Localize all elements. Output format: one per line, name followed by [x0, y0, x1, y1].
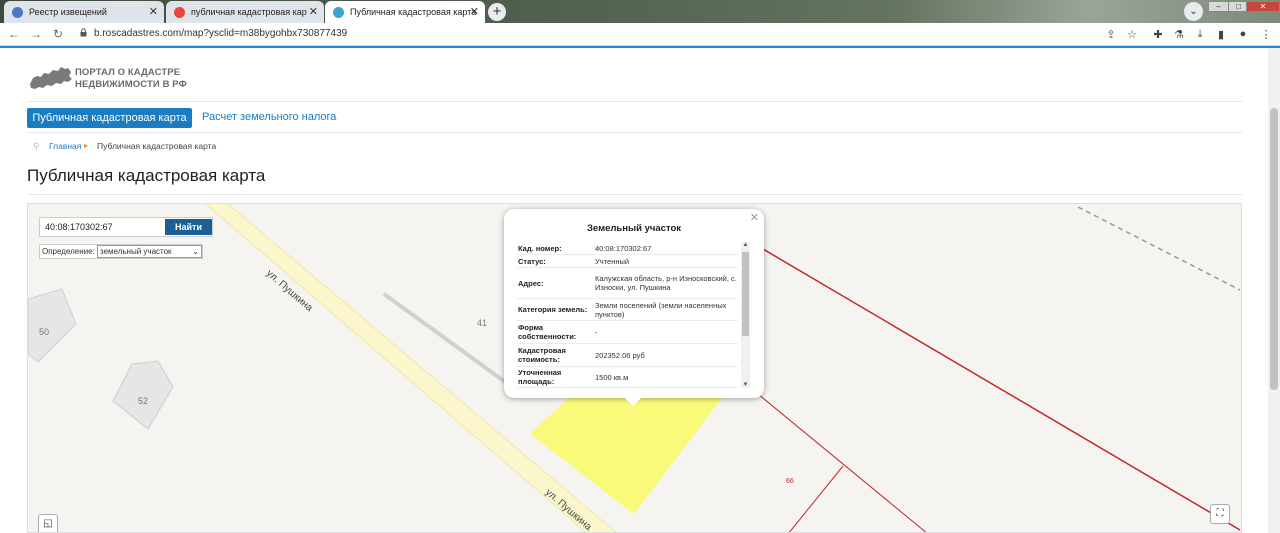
row-key: Статус: — [518, 256, 546, 266]
row-key: Уточненная площадь: — [518, 368, 562, 386]
russia-map-logo-icon — [30, 67, 72, 89]
logo-line: ПОРТАЛ О КАДАСТРЕ — [75, 67, 181, 78]
share-icon[interactable]: ⇪ — [1104, 28, 1118, 41]
row-key: Кадастровая стоимость: — [518, 346, 566, 364]
close-icon[interactable]: ✕ — [149, 5, 158, 18]
house-number-label: 50 — [39, 327, 49, 337]
page-scrollbar[interactable] — [1268, 48, 1280, 533]
divider — [27, 194, 1242, 195]
breadcrumb-separator-icon: ▸ — [84, 141, 89, 150]
find-button[interactable]: Найти — [165, 219, 212, 235]
page-title: Публичная кадастровая карта — [27, 166, 266, 185]
scroll-up-icon[interactable]: ▲ — [741, 242, 750, 248]
parcel-boundary — [788, 465, 844, 532]
back-arrow-icon[interactable]: ← — [7, 27, 21, 41]
breadcrumb-home-link[interactable]: Главная — [49, 141, 81, 151]
logo-line: НЕДВИЖИМОСТИ В РФ — [75, 79, 187, 90]
minimize-button[interactable]: – — [1208, 1, 1229, 12]
parcel-info-popup: ✕ Земельный участок Кад. номер: 40:08:17… — [504, 209, 764, 406]
row-value: Земли поселений (земли населенных пункто… — [595, 300, 727, 319]
close-icon[interactable]: ✕ — [309, 5, 318, 18]
table-row: Адрес: Калужская область, р-н Износковск… — [516, 268, 738, 299]
browser-tab[interactable]: Реестр извещений ✕ — [4, 1, 164, 23]
parcel-boundary — [762, 248, 1241, 531]
fullscreen-icon[interactable]: ⛶ — [1210, 504, 1230, 524]
cadastral-search-form: Найти — [39, 217, 213, 237]
yandex-favicon-icon — [174, 6, 185, 18]
tab-land-tax-calculation[interactable]: Расчет земельного налога — [202, 111, 336, 123]
house-number-label: 52 — [138, 396, 148, 406]
table-row: Форма собственности: - — [516, 321, 738, 344]
row-key: Адрес: — [518, 278, 544, 288]
header-accent-line — [0, 46, 1280, 48]
popup-pointer — [624, 397, 642, 406]
forward-arrow-icon[interactable]: → — [29, 27, 43, 41]
chevron-down-icon[interactable]: ⌄ — [1184, 2, 1203, 21]
close-icon[interactable]: ✕ — [470, 5, 479, 18]
table-row: Кадастровая стоимость: 202352.06 руб — [516, 344, 738, 367]
table-row: Статус: Учтенный — [516, 255, 738, 268]
definition-row: Определение: земельный участок ⌄ — [39, 244, 203, 259]
lock-icon — [80, 28, 87, 37]
row-value: 202352.06 руб — [595, 350, 645, 360]
row-value: - — [595, 327, 598, 337]
scrollbar-thumb[interactable] — [1270, 108, 1278, 390]
download-icon[interactable]: ⤓ — [1193, 28, 1207, 41]
table-row: Категория земель: Земли поселений (земли… — [516, 299, 738, 321]
parcel-boundary — [757, 393, 927, 532]
puzzle-icon[interactable]: ✚ — [1151, 28, 1165, 41]
parcel-info-table: Кад. номер: 40:08:170302:67 Статус: Учте… — [516, 242, 738, 388]
breadcrumb-current: Публичная кадастровая карта — [97, 141, 217, 151]
cadastral-number-input[interactable] — [40, 218, 164, 236]
tab-label: публичная кадастровая карта – — [191, 7, 307, 17]
site-logo-text[interactable]: ПОРТАЛ О КАДАСТРЕ НЕДВИЖИМОСТИ В РФ — [75, 67, 187, 91]
scroll-down-icon[interactable]: ▼ — [741, 382, 750, 388]
tab-label: Реестр извещений — [29, 7, 107, 17]
row-value: Калужская область, р-н Износковский, с. … — [595, 274, 737, 292]
row-value: Учтенный — [595, 256, 630, 266]
table-row: Кад. номер: 40:08:170302:67 — [516, 242, 738, 255]
eagle-favicon-icon — [12, 6, 23, 18]
cadastral-map[interactable]: ул. Пушкина ул. Пушкина 50 52 41 66 Найт… — [27, 203, 1242, 533]
sidepanel-icon[interactable]: ▮ — [1214, 28, 1228, 41]
popup-scrollbar[interactable]: ▲ ▼ — [741, 242, 750, 388]
browser-tab[interactable]: публичная кадастровая карта – ✕ — [166, 1, 324, 23]
row-key: Категория земель: — [518, 305, 588, 314]
tab-public-cadastral-map[interactable]: Публичная кадастровая карта — [27, 108, 192, 128]
row-value: 1500 кв.м — [595, 372, 629, 382]
definition-label: Определение: — [42, 247, 95, 256]
lot-number-label: 66 — [786, 478, 794, 485]
reload-icon[interactable]: ↻ — [51, 27, 65, 41]
definition-select-value: земельный участок — [100, 247, 172, 256]
divider — [27, 132, 1242, 133]
row-key: Кад. номер: — [518, 243, 562, 253]
flask-icon[interactable]: ⚗ — [1172, 28, 1186, 41]
chevron-down-icon: ⌄ — [192, 247, 199, 256]
location-pin-icon: ⚲ — [33, 141, 40, 151]
new-tab-button[interactable]: + — [488, 3, 506, 21]
more-menu-icon[interactable]: ⋮ — [1259, 28, 1273, 41]
building — [28, 288, 77, 363]
browser-tab-bar: Реестр извещений ✕ публичная кадастровая… — [0, 0, 1280, 23]
layers-icon[interactable]: ◱ — [38, 514, 58, 532]
popup-title: Земельный участок — [586, 223, 682, 234]
url-field[interactable]: b.roscadastres.com/map?ysclid=m38bygohbx… — [94, 28, 347, 39]
lot-number-label: 41 — [477, 318, 487, 328]
row-value: 40:08:170302:67 — [595, 243, 652, 253]
table-row: Уточненная площадь: 1500 кв.м — [516, 367, 738, 388]
window-close-button[interactable]: ✕ — [1246, 1, 1280, 12]
address-bar: ← → ↻ b.roscadastres.com/map?ysclid=m38b… — [0, 23, 1280, 46]
browser-tab-active[interactable]: Публичная кадастровая карта ✕ — [325, 1, 485, 23]
dashed-boundary — [1077, 206, 1241, 291]
popup-scrollbar-thumb[interactable] — [742, 252, 749, 336]
tab-label: Публичная кадастровая карта — [350, 7, 477, 17]
building — [112, 360, 174, 430]
map-favicon-icon — [333, 6, 344, 18]
definition-select[interactable]: земельный участок ⌄ — [97, 245, 202, 258]
divider — [27, 101, 1242, 102]
profile-icon[interactable]: ● — [1236, 28, 1250, 40]
star-icon[interactable]: ☆ — [1125, 28, 1139, 41]
row-key: Форма собственности: — [518, 323, 577, 341]
